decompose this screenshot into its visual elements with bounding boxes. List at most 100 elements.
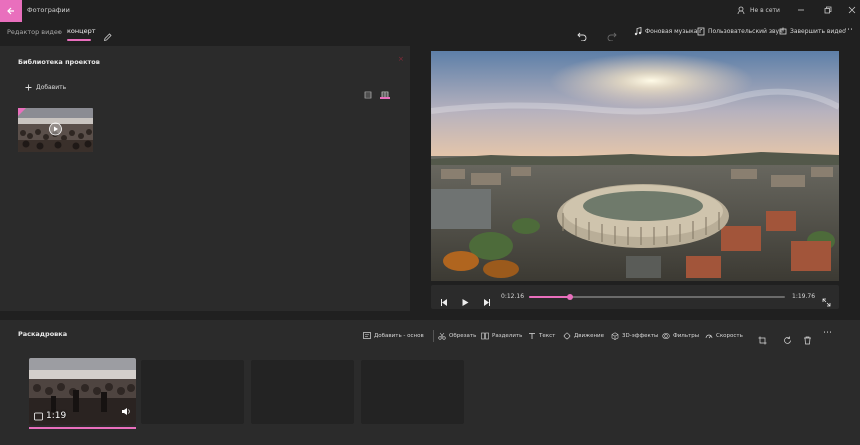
back-button[interactable] <box>0 0 22 22</box>
minimize-icon <box>798 9 804 11</box>
step-back-icon <box>441 299 447 306</box>
filters-label: Фильтры <box>673 333 700 339</box>
more-options-button[interactable]: ⋯ <box>844 25 853 35</box>
step-forward-icon <box>484 299 490 306</box>
selected-clip-indicator <box>29 427 136 429</box>
undo-button[interactable] <box>577 26 587 45</box>
fullscreen-button[interactable] <box>822 292 831 311</box>
cube-icon <box>611 332 619 340</box>
back-arrow-icon <box>7 7 14 15</box>
music-note-icon <box>634 27 642 36</box>
speaker-icon <box>122 408 130 415</box>
person-offline-icon <box>737 6 745 15</box>
storyboard-title: Раскадровка <box>18 330 68 338</box>
rename-button[interactable] <box>103 27 112 46</box>
title-card-icon <box>363 332 371 339</box>
text-icon <box>529 333 535 339</box>
arena-aerial-image <box>431 51 839 281</box>
trim-icon <box>438 332 446 340</box>
editor-toolbar: Редактор видео › концерт Фоновая музыка … <box>0 22 860 44</box>
close-button[interactable] <box>844 3 860 17</box>
project-library-panel: Библиотека проектов × Добавить <box>0 46 410 311</box>
offline-status[interactable]: Не в сети <box>737 6 780 15</box>
trash-icon <box>804 336 811 345</box>
minimize-button[interactable] <box>793 3 809 17</box>
restore-icon <box>824 6 832 14</box>
split-label: Разделить <box>492 333 523 339</box>
speedometer-icon <box>705 334 713 339</box>
close-icon <box>848 6 856 14</box>
list-view-icon <box>364 91 372 99</box>
play-icon <box>462 299 469 306</box>
seek-bar-progress <box>529 296 570 298</box>
selected-corner-marker <box>18 108 26 116</box>
ellipsis-icon: ⋯ <box>844 25 853 35</box>
export-icon <box>779 27 787 35</box>
storyboard-more-button[interactable]: ⋯ <box>823 328 832 338</box>
play-button[interactable] <box>461 292 469 311</box>
breadcrumb-video-editor[interactable]: Редактор видео <box>7 28 62 36</box>
add-title-card-label: Добавить - основ <box>374 332 424 339</box>
restore-button[interactable] <box>820 3 836 17</box>
breadcrumb-separator: › <box>58 28 61 36</box>
redo-icon <box>607 32 617 42</box>
video-preview[interactable] <box>431 51 839 281</box>
motion-button[interactable]: Движение <box>563 332 604 340</box>
split-icon <box>481 332 489 340</box>
rotate-icon <box>784 336 791 344</box>
video-clip-icon <box>34 412 43 420</box>
ellipsis-icon: ⋯ <box>823 328 832 338</box>
finish-video-label: Завершить видео <box>790 28 846 35</box>
title-bar: Фотографии Не в сети <box>0 0 860 22</box>
delete-button[interactable] <box>803 330 812 349</box>
grid-view-button[interactable] <box>381 84 389 103</box>
library-clip-thumbnail[interactable] <box>18 108 93 152</box>
seek-bar-thumb[interactable] <box>566 294 573 300</box>
project-name-underline <box>67 39 91 41</box>
seek-bar[interactable] <box>529 294 785 300</box>
storyboard-clip[interactable]: 1:19 <box>29 358 136 425</box>
redo-button[interactable] <box>607 26 617 45</box>
clip-duration-label: 1:19 <box>46 411 67 421</box>
library-collapse-button[interactable]: × <box>398 55 404 63</box>
clip-volume-button[interactable] <box>121 401 131 420</box>
filter-icon <box>662 333 670 339</box>
finish-video-button[interactable]: Завершить видео <box>779 27 846 36</box>
pencil-icon <box>103 33 112 42</box>
text-button[interactable]: Текст <box>528 332 555 340</box>
fullscreen-icon <box>822 298 831 307</box>
speed-button[interactable]: Скорость <box>705 332 743 340</box>
background-music-label: Фоновая музыка <box>645 28 698 35</box>
list-view-button[interactable] <box>364 84 372 103</box>
crop-button[interactable] <box>758 330 767 349</box>
app-title: Фотографии <box>27 6 70 14</box>
empty-clip-slot[interactable] <box>141 360 244 424</box>
add-media-label: Добавить <box>36 84 67 91</box>
split-button[interactable]: Разделить <box>481 332 522 340</box>
filters-button[interactable]: Фильтры <box>662 332 699 340</box>
add-media-button[interactable]: Добавить <box>25 84 66 91</box>
library-title: Библиотека проектов <box>18 58 100 66</box>
previous-frame-button[interactable] <box>440 292 448 311</box>
motion-icon <box>563 332 571 340</box>
breadcrumb-project-name: концерт <box>67 27 96 35</box>
undo-icon <box>577 32 587 42</box>
offline-label: Не в сети <box>750 7 780 14</box>
add-title-card-button[interactable]: Добавить - основ <box>363 332 424 339</box>
clip-duration: 1:19 <box>34 411 66 421</box>
empty-clip-slot[interactable] <box>361 360 464 424</box>
total-time: 1:19.76 <box>792 293 816 300</box>
crop-icon <box>758 336 767 345</box>
background-music-button[interactable]: Фоновая музыка <box>634 27 697 36</box>
trim-label: Обрезать <box>449 333 477 339</box>
trim-button[interactable]: Обрезать <box>438 332 476 340</box>
storyboard-panel: Раскадровка Добавить - основ Обрезать Ра… <box>0 320 860 445</box>
rotate-button[interactable] <box>783 330 792 349</box>
custom-audio-button[interactable]: Пользовательский звук <box>697 27 783 36</box>
3d-effects-button[interactable]: 3D-эффекты <box>611 332 658 340</box>
empty-clip-slot[interactable] <box>251 360 354 424</box>
playback-controls: 0:12.16 1:19.76 <box>431 285 839 309</box>
current-time: 0:12.16 <box>501 293 525 300</box>
toolbar-divider <box>433 330 434 342</box>
next-frame-button[interactable] <box>483 292 491 311</box>
